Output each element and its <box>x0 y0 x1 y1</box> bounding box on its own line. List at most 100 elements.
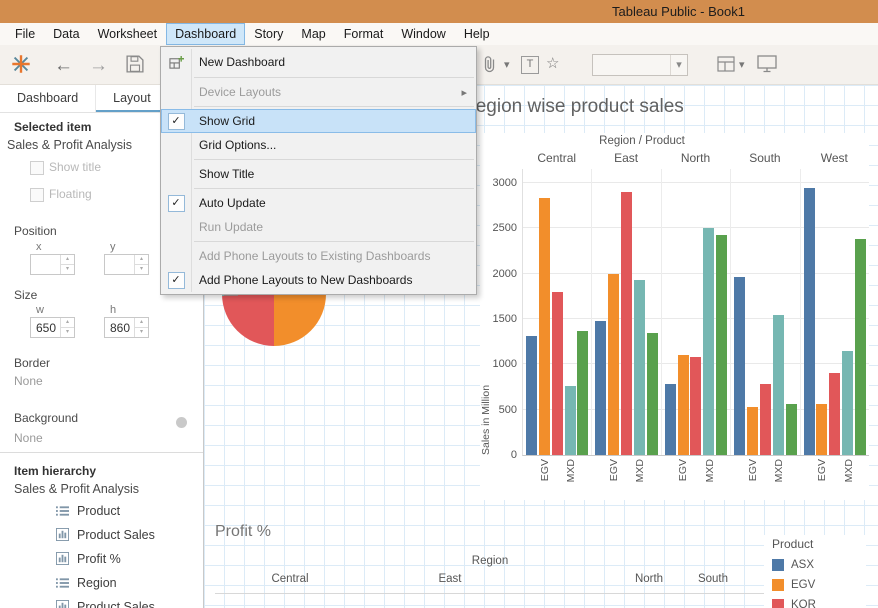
bar[interactable] <box>664 384 676 455</box>
bar[interactable] <box>677 355 689 455</box>
spin-down-icon[interactable]: ▾ <box>61 265 74 274</box>
bar[interactable] <box>759 384 771 455</box>
region-labels-row: Central East North South West <box>522 149 869 169</box>
size-w-spinner[interactable]: ▴ ▾ <box>60 318 74 337</box>
bar[interactable] <box>716 235 728 455</box>
bar[interactable] <box>703 228 715 455</box>
bar[interactable] <box>538 198 550 455</box>
bar[interactable] <box>633 280 645 455</box>
bar[interactable] <box>816 404 828 455</box>
spin-down-icon[interactable]: ▾ <box>135 328 148 337</box>
bar[interactable] <box>734 277 746 455</box>
presentation-mode-button[interactable] <box>757 55 777 77</box>
background-heading: Background <box>14 411 79 425</box>
hierarchy-item-product-sales[interactable]: Product Sales <box>0 595 203 608</box>
layout-grid-caret[interactable]: ▾ <box>739 60 745 71</box>
bar[interactable] <box>646 333 658 455</box>
paperclip-caret[interactable]: ▾ <box>504 60 510 71</box>
bar[interactable] <box>772 315 784 455</box>
bar[interactable] <box>564 386 576 455</box>
legend-swatch <box>772 579 784 591</box>
paperclip-button[interactable] <box>482 55 497 77</box>
bar[interactable] <box>747 407 758 455</box>
dashboard-title: Region wise product sales <box>462 96 684 117</box>
layout-grid-button[interactable] <box>717 55 735 77</box>
menubar-item-format[interactable]: Format <box>335 23 393 45</box>
size-w-input[interactable]: 650 ▴ ▾ <box>30 317 75 338</box>
scrollbar-thumb[interactable] <box>176 417 187 428</box>
show-title-checkbox[interactable] <box>30 161 44 175</box>
menu-item-show-grid[interactable]: ✓ Show Grid <box>161 109 476 133</box>
bar[interactable] <box>621 192 633 455</box>
x-axis-label: MXD <box>842 459 855 483</box>
hierarchy-item-profit[interactable]: Profit % <box>0 547 203 571</box>
menubar-item-dashboard[interactable]: Dashboard <box>166 23 246 45</box>
bar[interactable] <box>525 336 537 455</box>
menu-item-auto-update[interactable]: ✓ Auto Update <box>161 191 476 215</box>
menu-item-add-phone-layouts-to-new-dashboards[interactable]: ✓ Add Phone Layouts to New Dashboards <box>161 268 476 292</box>
bar[interactable] <box>842 351 854 455</box>
spin-up-icon[interactable]: ▴ <box>61 255 74 265</box>
hierarchy-item-region[interactable]: Region <box>0 571 203 595</box>
menu-item-label: Grid Options... <box>199 138 277 152</box>
menubar-item-story[interactable]: Story <box>245 23 292 45</box>
menu-item-label: New Dashboard <box>199 55 286 69</box>
position-y-input[interactable]: ▴ ▾ <box>104 254 149 275</box>
tab-dashboard[interactable]: Dashboard <box>0 85 97 112</box>
position-x-spinner[interactable]: ▴ ▾ <box>60 255 74 274</box>
menu-item-grid-options[interactable]: Grid Options... <box>161 133 476 157</box>
menubar-item-data[interactable]: Data <box>44 23 88 45</box>
menubar-item-window[interactable]: Window <box>392 23 454 45</box>
item-hierarchy-root[interactable]: Sales & Profit Analysis <box>14 482 139 496</box>
menu-item-new-dashboard[interactable]: New Dashboard <box>161 49 476 75</box>
size-h-input[interactable]: 860 ▴ ▾ <box>104 317 149 338</box>
menu-item-label: Add Phone Layouts to Existing Dashboards <box>199 249 431 263</box>
save-button[interactable] <box>126 55 144 77</box>
spin-up-icon[interactable]: ▴ <box>61 318 74 328</box>
tab-layout[interactable]: Layout <box>96 85 169 112</box>
menubar-item-help[interactable]: Help <box>455 23 499 45</box>
menubar-item-map[interactable]: Map <box>292 23 334 45</box>
spin-up-icon[interactable]: ▴ <box>135 255 148 265</box>
bar[interactable] <box>785 404 797 455</box>
menu-separator <box>194 77 474 78</box>
bar[interactable] <box>855 239 867 455</box>
spin-up-icon[interactable]: ▴ <box>135 318 148 328</box>
highlight-button[interactable]: ☆ <box>546 56 559 71</box>
bar[interactable] <box>577 331 589 455</box>
bar[interactable] <box>595 321 607 455</box>
hierarchy-item-product-sales[interactable]: Product Sales <box>0 523 203 547</box>
sheet-icon <box>56 552 71 566</box>
region-label-central: Central <box>537 151 577 165</box>
position-x-input[interactable]: ▴ ▾ <box>30 254 75 275</box>
redo-button[interactable]: → <box>89 56 108 75</box>
submenu-arrow-icon: ▸ <box>461 86 467 99</box>
size-h-spinner[interactable]: ▴ ▾ <box>134 318 148 337</box>
menu-item-add-phone-layouts-to-existing-dashboards: Add Phone Layouts to Existing Dashboards <box>161 244 476 268</box>
bar[interactable] <box>608 274 620 455</box>
combo-caret-icon[interactable]: ▾ <box>670 55 687 75</box>
border-value[interactable]: None <box>14 374 43 388</box>
spin-down-icon[interactable]: ▾ <box>61 328 74 337</box>
background-value[interactable]: None <box>14 431 43 445</box>
hierarchy-item-product[interactable]: Product <box>0 499 203 523</box>
spin-down-icon[interactable]: ▾ <box>135 265 148 274</box>
bar[interactable] <box>829 373 841 455</box>
legend-item-asx[interactable]: ASX <box>772 559 866 571</box>
menubar-item-file[interactable]: File <box>6 23 44 45</box>
floating-checkbox[interactable] <box>30 188 44 202</box>
menu-item-show-title[interactable]: Show Title <box>161 162 476 186</box>
section-divider <box>0 452 203 453</box>
menubar-item-worksheet[interactable]: Worksheet <box>89 23 167 45</box>
legend-item-egv[interactable]: EGV <box>772 579 866 591</box>
bar[interactable] <box>551 292 563 455</box>
text-object-button[interactable]: T <box>521 56 539 74</box>
profit-column-label-south: South <box>697 573 729 585</box>
fit-selector[interactable]: ▾ <box>592 54 688 76</box>
tableau-logo[interactable] <box>10 53 32 79</box>
bar[interactable] <box>690 357 702 455</box>
position-y-spinner[interactable]: ▴ ▾ <box>134 255 148 274</box>
legend-item-kor[interactable]: KOR <box>772 599 866 608</box>
bar[interactable] <box>803 188 815 455</box>
undo-button[interactable]: ← <box>54 56 73 75</box>
